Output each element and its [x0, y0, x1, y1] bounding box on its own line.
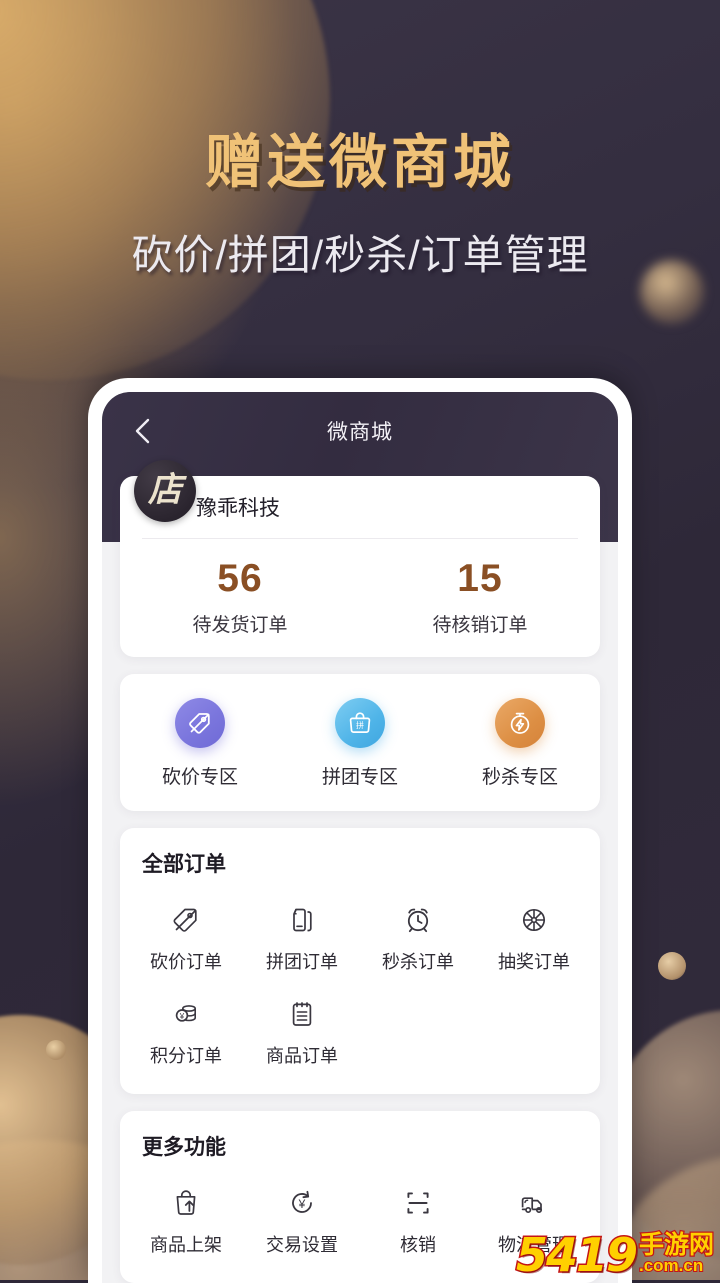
phone-screen: 微商城 店 豫乖科技 56 待发货订单 15 待核销订单 砍价专区 拼 拼团专区… [102, 392, 618, 1283]
order-type-label: 秒杀订单 [382, 951, 454, 972]
zone-label: 拼团专区 [321, 766, 398, 788]
back-button[interactable] [122, 411, 162, 451]
watermark-domain: .com.cn [638, 1256, 704, 1275]
svg-text:拼: 拼 [356, 720, 364, 730]
order-type-label: 抽奖订单 [498, 951, 570, 972]
watermark: 5419 手游网 .com.cn [514, 1228, 716, 1283]
watermark-site-name: 手游网 [638, 1231, 716, 1259]
stat-pending-verification[interactable]: 15 待核销订单 [360, 557, 600, 637]
zone-label: 秒杀专区 [481, 766, 558, 788]
zone-flash-sale[interactable]: 秒杀专区 [440, 697, 600, 789]
phone-mockup: 微商城 店 豫乖科技 56 待发货订单 15 待核销订单 砍价专区 拼 拼团专区… [88, 378, 632, 1283]
all-orders-grid: 砍价订单 拼团订单 秒杀订单 抽奖订单 ¥ 积分订单 商品订单 [120, 878, 600, 1080]
feature-label: 交易设置 [266, 1234, 338, 1255]
scan-frame-icon [360, 1185, 476, 1221]
headline-main: 赠送微商城 [204, 130, 515, 195]
promo-headline: 赠送微商城 砍价/拼团/秒杀/订单管理 [0, 0, 720, 281]
shop-avatar: 店 [134, 460, 196, 522]
zones-card: 砍价专区 拼 拼团专区 秒杀专区 [120, 673, 600, 811]
order-type-label: 商品订单 [266, 1045, 338, 1066]
watermark-text-block: 手游网 .com.cn [638, 1231, 716, 1276]
feature-verification[interactable]: 核销 [360, 1175, 476, 1269]
feature-publish-product[interactable]: 商品上架 [128, 1175, 244, 1269]
tag-slash-icon [128, 902, 244, 938]
feature-label: 商品上架 [150, 1234, 222, 1255]
clipboard-icon [244, 996, 360, 1032]
headline-sub: 砍价/拼团/秒杀/订单管理 [131, 232, 589, 278]
order-type-label: 砍价订单 [150, 951, 222, 972]
yuan-refresh-icon: ¥ [244, 1185, 360, 1221]
screen-content: 店 豫乖科技 56 待发货订单 15 待核销订单 砍价专区 拼 拼团专区 秒杀专… [102, 460, 618, 1283]
order-type-group-buy[interactable]: 拼团订单 [244, 892, 360, 986]
coins-yuan-icon: ¥ [128, 996, 244, 1032]
zone-label: 砍价专区 [161, 766, 238, 788]
flash-timer-icon [495, 697, 545, 748]
group-bag-icon: 拼 [335, 697, 385, 748]
order-type-product[interactable]: 商品订单 [244, 986, 360, 1080]
zone-bargain[interactable]: 砍价专区 [120, 697, 280, 789]
shop-name: 豫乖科技 [196, 497, 280, 520]
delivery-truck-icon [476, 1185, 592, 1221]
stat-pending-shipment[interactable]: 56 待发货订单 [120, 557, 360, 637]
feature-label: 核销 [400, 1234, 436, 1255]
all-orders-card: 全部订单 砍价订单 拼团订单 秒杀订单 抽奖订单 ¥ 积分订单 商品订单 [120, 827, 600, 1094]
order-type-points[interactable]: ¥ 积分订单 [128, 986, 244, 1080]
zones-row: 砍价专区 拼 拼团专区 秒杀专区 [120, 697, 600, 789]
feature-trade-settings[interactable]: ¥ 交易设置 [244, 1175, 360, 1269]
all-orders-title: 全部订单 [142, 852, 226, 876]
stat-value: 56 [217, 557, 263, 600]
price-tag-slash-icon [175, 697, 225, 748]
order-type-flash-sale[interactable]: 秒杀订单 [360, 892, 476, 986]
shop-stats: 56 待发货订单 15 待核销订单 [120, 539, 600, 637]
order-type-label: 积分订单 [150, 1045, 222, 1066]
bag-upload-icon [128, 1185, 244, 1221]
double-tag-icon [244, 902, 360, 938]
page-title: 微商城 [327, 421, 393, 444]
zone-group-buy[interactable]: 拼 拼团专区 [280, 697, 440, 789]
alarm-clock-icon [360, 902, 476, 938]
watermark-number: 5419 [514, 1228, 639, 1283]
lottery-wheel-icon [476, 902, 592, 938]
order-type-lottery[interactable]: 抽奖订单 [476, 892, 592, 986]
chevron-left-icon [135, 418, 149, 444]
order-type-bargain[interactable]: 砍价订单 [128, 892, 244, 986]
app-navbar: 微商城 [102, 392, 618, 470]
shop-summary-card: 店 豫乖科技 56 待发货订单 15 待核销订单 [120, 460, 600, 657]
decor-dot-right [658, 952, 686, 980]
svg-text:¥: ¥ [179, 1012, 185, 1021]
svg-text:¥: ¥ [298, 1197, 306, 1211]
stat-label: 待核销订单 [432, 614, 528, 636]
stat-value: 15 [457, 557, 503, 600]
decor-dot-left [46, 1040, 66, 1060]
avatar-text: 店 [148, 472, 182, 509]
stat-label: 待发货订单 [192, 614, 288, 636]
more-features-title: 更多功能 [142, 1135, 226, 1159]
order-type-label: 拼团订单 [266, 951, 338, 972]
